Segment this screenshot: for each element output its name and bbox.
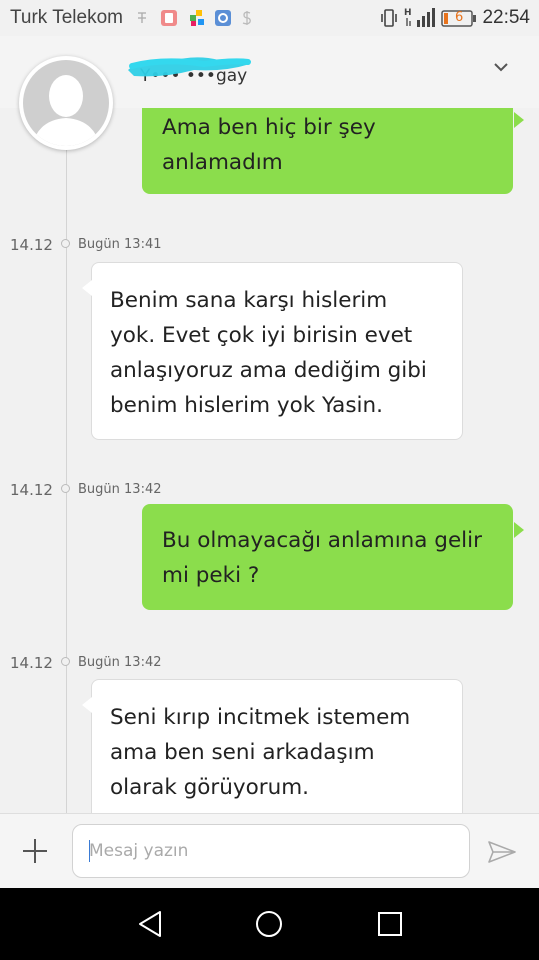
plus-icon[interactable] [22, 838, 48, 864]
message-date: 14.12 [10, 481, 53, 499]
person-silhouette-icon [32, 75, 100, 146]
circle-home-icon[interactable] [254, 909, 284, 939]
message-line: olarak görüyorum. [110, 775, 309, 800]
timeline-dot [61, 484, 70, 493]
bubble-tail [82, 697, 92, 713]
square-recents-icon[interactable] [376, 909, 404, 939]
signal-icon: H [404, 8, 435, 27]
chevron-down-icon[interactable] [491, 58, 511, 76]
bubble-tail [82, 280, 92, 296]
message-timestamp: Bugün 13:42 [78, 655, 162, 670]
battery-level: 6 [455, 10, 464, 25]
composer-bar [0, 813, 539, 888]
navigation-bar [0, 888, 539, 960]
message-line: yok. Evet çok iyi birisin evet [110, 323, 413, 348]
message-line: ama ben seni arkadaşım [110, 740, 375, 765]
message-line: Seni kırıp incitmek istemem [110, 705, 411, 730]
timeline-line [66, 108, 67, 815]
dollar-notification-icon [242, 11, 251, 25]
outgoing-message-bubble[interactable]: Bu olmayacağı anlamına gelir mi peki ? [142, 504, 513, 610]
triangle-back-icon[interactable] [136, 909, 164, 939]
puzzle-app-icon [190, 10, 204, 26]
outgoing-message-bubble[interactable]: Ama ben hiç bir şey anlamadım [142, 108, 513, 194]
svg-text:H: H [404, 8, 412, 18]
message-date: 14.12 [10, 654, 53, 672]
timeline-dot [61, 239, 70, 248]
message-input-box[interactable] [72, 824, 470, 878]
contact-avatar[interactable] [19, 56, 113, 150]
app-notification-icon [161, 10, 177, 26]
clock: 22:54 [482, 7, 530, 28]
message-text: Seni kırıp incitmek istemem ama ben seni… [110, 680, 444, 805]
message-timestamp: Bugün 13:42 [78, 482, 162, 497]
message-text: Ama ben hiç bir şey anlamadım [162, 108, 493, 180]
message-line: Bu olmayacağı anlamına gelir [162, 528, 482, 553]
bubble-tail [514, 112, 524, 128]
message-timestamp: Bugün 13:41 [78, 237, 162, 252]
message-line: benim hislerim yok Yasin. [110, 393, 383, 418]
timeline-dot [61, 657, 70, 666]
message-input[interactable] [89, 839, 449, 863]
incoming-message-bubble[interactable]: Seni kırıp incitmek istemem ama ben seni… [91, 679, 463, 814]
carrier-label: Turk Telekom [10, 7, 123, 28]
message-line: Ama ben hiç bir şey [162, 115, 376, 140]
avatar-placeholder [23, 60, 109, 146]
message-text: Benim sana karşı hislerim yok. Evet çok … [110, 263, 444, 423]
message-line: anlamadım [162, 150, 283, 175]
send-icon[interactable] [487, 840, 517, 864]
message-line: anlaşıyoruz ama dediğim gibi [110, 358, 427, 383]
blue-app-icon [215, 10, 231, 26]
status-bar: Turk Telekom H 6 22:54 [0, 0, 539, 36]
text-caret [89, 840, 90, 862]
message-text: Bu olmayacağı anlamına gelir mi peki ? [162, 504, 493, 593]
message-line: Benim sana karşı hislerim [110, 288, 388, 313]
incoming-message-bubble[interactable]: Benim sana karşı hislerim yok. Evet çok … [91, 262, 463, 440]
notification-icon [138, 12, 146, 23]
message-date: 14.12 [10, 236, 53, 254]
name-redaction-scribble [128, 57, 251, 77]
message-line: mi peki ? [162, 563, 260, 588]
bubble-tail [514, 522, 524, 538]
vibrate-icon [381, 9, 397, 27]
